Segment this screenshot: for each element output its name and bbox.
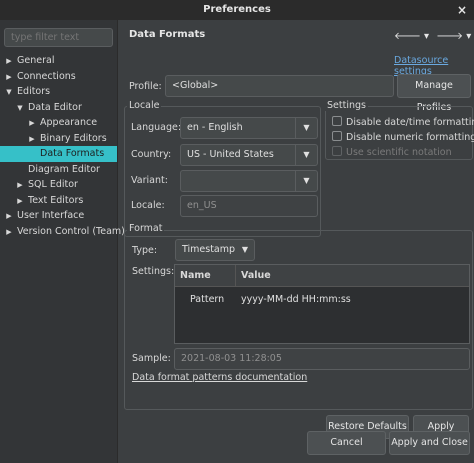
type-value: Timestamp [182, 244, 236, 255]
sample-label: Sample: [132, 353, 171, 364]
tree-item-data-editor[interactable]: ▼ Data Editor [0, 100, 117, 116]
tree-item-appearance[interactable]: ▶ Appearance [0, 115, 117, 131]
settings-table-label: Settings: [132, 266, 175, 277]
checkbox-label: Disable date/time formatting [346, 117, 474, 128]
collapse-icon[interactable]: ▼ [4, 85, 14, 101]
format-documentation-link[interactable]: Data format patterns documentation [132, 372, 307, 383]
locale-label: Locale: [131, 200, 165, 211]
expand-icon[interactable]: ▶ [4, 209, 14, 225]
language-value: en - English [187, 122, 243, 133]
tree-item-label: SQL Editor [28, 179, 78, 190]
collapse-icon[interactable]: ▼ [15, 101, 25, 117]
profile-label: Profile: [129, 81, 162, 92]
expand-icon[interactable]: ▶ [4, 225, 14, 241]
disable-datetime-checkbox[interactable]: Disable date/time formatting [332, 116, 474, 128]
use-scientific-checkbox: Use scientific notation [332, 146, 452, 158]
column-divider[interactable] [235, 265, 236, 287]
chevron-down-icon[interactable]: ▼ [295, 118, 317, 138]
locale-field: en_US [180, 195, 318, 217]
tree-item-version-control[interactable]: ▶ Version Control (Team) [0, 224, 125, 241]
tree-item-sql-editor[interactable]: ▶ SQL Editor [0, 177, 117, 193]
preferences-tree: ▶ General ▶ Connections ▼ Editors ▼ Data… [0, 53, 125, 241]
language-label: Language: [131, 122, 182, 133]
checkbox-icon [332, 146, 342, 156]
format-settings-table[interactable]: Name Value Pattern yyyy-MM-dd HH:mm:ss [174, 264, 470, 344]
type-label: Type: [132, 245, 158, 256]
country-label: Country: [131, 149, 172, 160]
type-select[interactable]: Timestamp ▼ [175, 239, 255, 261]
page-navigation: 🡐 ▾ 🡒 ▾ ⋮ [394, 30, 474, 42]
back-icon[interactable]: 🡐 ▾ [394, 30, 429, 42]
language-select[interactable]: en - English ▼ [180, 117, 318, 139]
tree-item-user-interface[interactable]: ▶ User Interface [0, 208, 117, 224]
checkbox-icon[interactable] [332, 116, 342, 126]
page-title: Data Formats [129, 29, 206, 40]
tree-item-connections[interactable]: ▶ Connections [0, 69, 117, 85]
chevron-down-icon[interactable]: ▼ [236, 240, 254, 260]
tree-item-label: Version Control (Team) [17, 225, 125, 237]
tree-item-general[interactable]: ▶ General [0, 53, 117, 69]
tree-item-label: Data Formats [40, 148, 105, 159]
settings-group-title: Settings [325, 100, 368, 111]
tree-item-label: Diagram Editor [28, 163, 100, 175]
tree-item-label: User Interface [17, 210, 85, 221]
data-formats-page: Data Formats 🡐 ▾ 🡒 ▾ ⋮ Datasource settin… [119, 20, 474, 463]
expand-icon[interactable]: ▶ [27, 132, 37, 148]
table-header: Name Value [175, 265, 469, 287]
table-cell-name[interactable]: Pattern [190, 294, 224, 305]
tree-item-diagram-editor[interactable]: Diagram Editor [0, 162, 117, 178]
tree-item-label: Text Editors [28, 194, 84, 206]
checkbox-label: Disable numeric formatting [346, 132, 474, 143]
window-title: Preferences [203, 4, 271, 15]
tree-item-binary-editors[interactable]: ▶ Binary Editors [0, 131, 117, 147]
preferences-sidebar: ▶ General ▶ Connections ▼ Editors ▼ Data… [0, 20, 125, 463]
country-value: US - United States [187, 149, 274, 160]
tree-item-editors[interactable]: ▼ Editors [0, 84, 117, 100]
expand-icon[interactable]: ▶ [15, 178, 25, 194]
variant-select[interactable]: ▼ [180, 170, 318, 192]
tree-item-label: Data Editor [28, 101, 82, 113]
locale-group-title: Locale [127, 100, 162, 111]
sample-field: 2021-08-03 11:28:05 [174, 348, 470, 370]
expand-icon[interactable]: ▶ [4, 54, 14, 70]
sample-value: 2021-08-03 11:28:05 [181, 353, 282, 364]
close-icon[interactable]: × [455, 3, 469, 17]
tree-item-data-formats[interactable]: Data Formats [0, 146, 117, 162]
tree-item-label: Connections [17, 70, 76, 82]
expand-icon[interactable]: ▶ [27, 116, 37, 132]
manage-profiles-button[interactable]: Manage Profiles [397, 74, 471, 113]
checkbox-icon[interactable] [332, 131, 342, 141]
disable-numeric-checkbox[interactable]: Disable numeric formatting [332, 131, 474, 143]
filter-input[interactable] [4, 28, 113, 47]
tree-item-label: General [17, 55, 55, 66]
tree-item-label: Binary Editors [40, 132, 107, 144]
expand-icon[interactable]: ▶ [4, 70, 14, 86]
variant-label: Variant: [131, 175, 168, 186]
chevron-down-icon[interactable]: ▼ [295, 145, 317, 165]
profile-select[interactable]: <Global> [165, 75, 394, 97]
expand-icon[interactable]: ▶ [15, 194, 25, 210]
window-titlebar: Preferences × [0, 0, 474, 20]
tree-item-label: Editors [17, 86, 51, 97]
column-header-name[interactable]: Name [180, 265, 211, 287]
locale-value: en_US [187, 200, 217, 211]
table-cell-value[interactable]: yyyy-MM-dd HH:mm:ss [241, 294, 351, 305]
tree-item-text-editors[interactable]: ▶ Text Editors [0, 193, 117, 209]
apply-and-close-button[interactable]: Apply and Close [389, 431, 470, 455]
forward-icon[interactable]: 🡒 ▾ [436, 30, 471, 42]
column-header-value[interactable]: Value [241, 265, 271, 287]
tree-item-label: Appearance [40, 117, 98, 128]
format-group-title: Format [127, 223, 165, 234]
checkbox-label: Use scientific notation [346, 147, 452, 158]
profile-value: <Global> [172, 80, 219, 91]
chevron-down-icon[interactable]: ▼ [295, 171, 317, 191]
country-select[interactable]: US - United States ▼ [180, 144, 318, 166]
cancel-button[interactable]: Cancel [307, 431, 386, 455]
